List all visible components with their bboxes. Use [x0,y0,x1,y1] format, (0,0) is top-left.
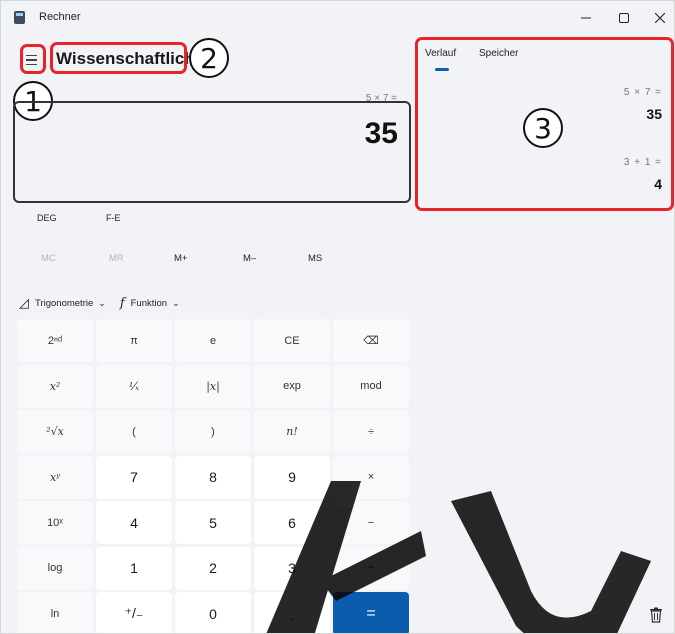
digit-2-key[interactable]: 2 [175,546,251,590]
maximize-icon [619,13,629,23]
digit-6-key[interactable]: 6 [254,501,330,544]
negate-key[interactable]: ⁺/₋ [96,592,172,633]
ln-key[interactable]: ln [17,592,93,633]
backspace-key[interactable]: ⌫ [333,319,409,362]
tab-history[interactable]: Verlauf [425,48,456,59]
mod-key[interactable]: mod [333,364,409,408]
digit-5-key[interactable]: 5 [175,501,251,544]
annotation-badge-3: 3 [523,108,563,148]
history-entry[interactable]: 5 × 7 = 35 [624,87,662,122]
second-function-key[interactable]: 2ⁿᵈ [17,319,93,362]
digit-7-key[interactable]: 7 [96,455,172,499]
digit-0-key[interactable]: 0 [175,592,251,633]
memory-recall-button[interactable]: MR [109,253,124,264]
angle-unit-button[interactable]: DEG [37,213,57,223]
result-display: 35 [364,117,398,150]
hamburger-icon-line [25,59,37,61]
digit-1-key[interactable]: 1 [96,546,172,590]
chevron-down-icon: ⌄ [98,297,106,308]
multiply-key[interactable]: × [333,455,409,499]
title-bar: Rechner [1,1,674,35]
history-expression: 3 + 1 = [623,157,662,168]
ten-power-key[interactable]: 10ˣ [17,501,93,544]
annotation-badge-2: 2 [189,38,229,78]
window-title: Rechner [39,11,81,23]
display-box [13,101,411,203]
triangle-icon: ◿ [19,295,29,311]
log-key[interactable]: log [17,546,93,590]
calculator-app-icon [14,11,25,24]
minimize-button[interactable] [571,5,601,31]
keypad: 2ⁿᵈ π e CE ⌫ x² ¹⁄ₓ |x| exp mod ²√x ( ) … [17,319,409,633]
close-paren-key[interactable]: ) [175,410,251,453]
calculator-panel: 1 Wissenschaftlich 2 5 × 7 = 35 DEG F-E … [1,35,411,633]
history-expression: 5 × 7 = [623,87,662,98]
calculator-window: Rechner 1 Wissenschaftlich 2 5 × 7 = 35 … [0,0,675,634]
decimal-key[interactable]: , [254,592,330,633]
function-icon: f [119,295,125,311]
function-label: Funktion [130,297,168,309]
hamburger-icon [25,54,37,57]
navigation-menu-button[interactable] [20,47,42,73]
digit-9-key[interactable]: 9 [254,455,330,499]
memory-subtract-button[interactable]: M– [243,253,256,264]
current-expression: 5 × 7 = [365,93,397,104]
minimize-icon [581,17,591,19]
digit-3-key[interactable]: 3 [254,546,330,590]
close-icon [655,13,665,23]
divide-key[interactable]: ÷ [333,410,409,453]
function-row: ◿ Trigonometrie ⌄ f Funktion ⌄ [19,293,194,313]
active-tab-indicator [435,68,449,71]
history-result: 4 [654,176,662,192]
maximize-button[interactable] [609,5,639,31]
fe-toggle-button[interactable]: F-E [106,213,121,223]
digit-4-key[interactable]: 4 [96,501,172,544]
function-dropdown[interactable]: f Funktion ⌄ [120,296,180,311]
tab-memory[interactable]: Speicher [479,48,518,59]
history-panel: Verlauf Speicher 5 × 7 = 35 3 + 1 = 4 3 [411,35,674,633]
power-key[interactable]: xʸ [17,455,93,499]
mode-row: DEG F-E [1,213,411,233]
memory-store-button[interactable]: MS [308,253,322,264]
digit-8-key[interactable]: 8 [175,455,251,499]
clear-entry-key[interactable]: CE [254,319,330,362]
add-key[interactable]: + [333,546,409,590]
hamburger-icon-line [25,63,37,66]
trigonometry-label: Trigonometrie [35,297,94,309]
trigonometry-dropdown[interactable]: ◿ Trigonometrie ⌄ [19,296,106,311]
reciprocal-key[interactable]: ¹⁄ₓ [96,364,172,408]
history-result: 35 [646,106,662,122]
pi-key[interactable]: π [96,319,172,362]
history-entry[interactable]: 3 + 1 = 4 [624,157,662,192]
square-root-key[interactable]: ²√x [17,410,93,453]
memory-row: MC MR M+ M– MS [1,253,411,273]
square-key[interactable]: x² [17,364,93,408]
euler-key[interactable]: e [175,319,251,362]
absolute-key[interactable]: |x| [175,364,251,408]
memory-clear-button[interactable]: MC [41,253,56,264]
page-title: Wissenschaftlich [56,49,195,68]
close-button[interactable] [645,5,674,31]
open-paren-key[interactable]: ( [96,410,172,453]
subtract-key[interactable]: − [333,501,409,544]
factorial-key[interactable]: n! [254,410,330,453]
exp-key[interactable]: exp [254,364,330,408]
memory-add-button[interactable]: M+ [174,253,187,264]
chevron-down-icon: ⌄ [172,297,180,308]
trash-icon[interactable] [649,607,663,623]
equals-key[interactable]: = [333,592,409,633]
